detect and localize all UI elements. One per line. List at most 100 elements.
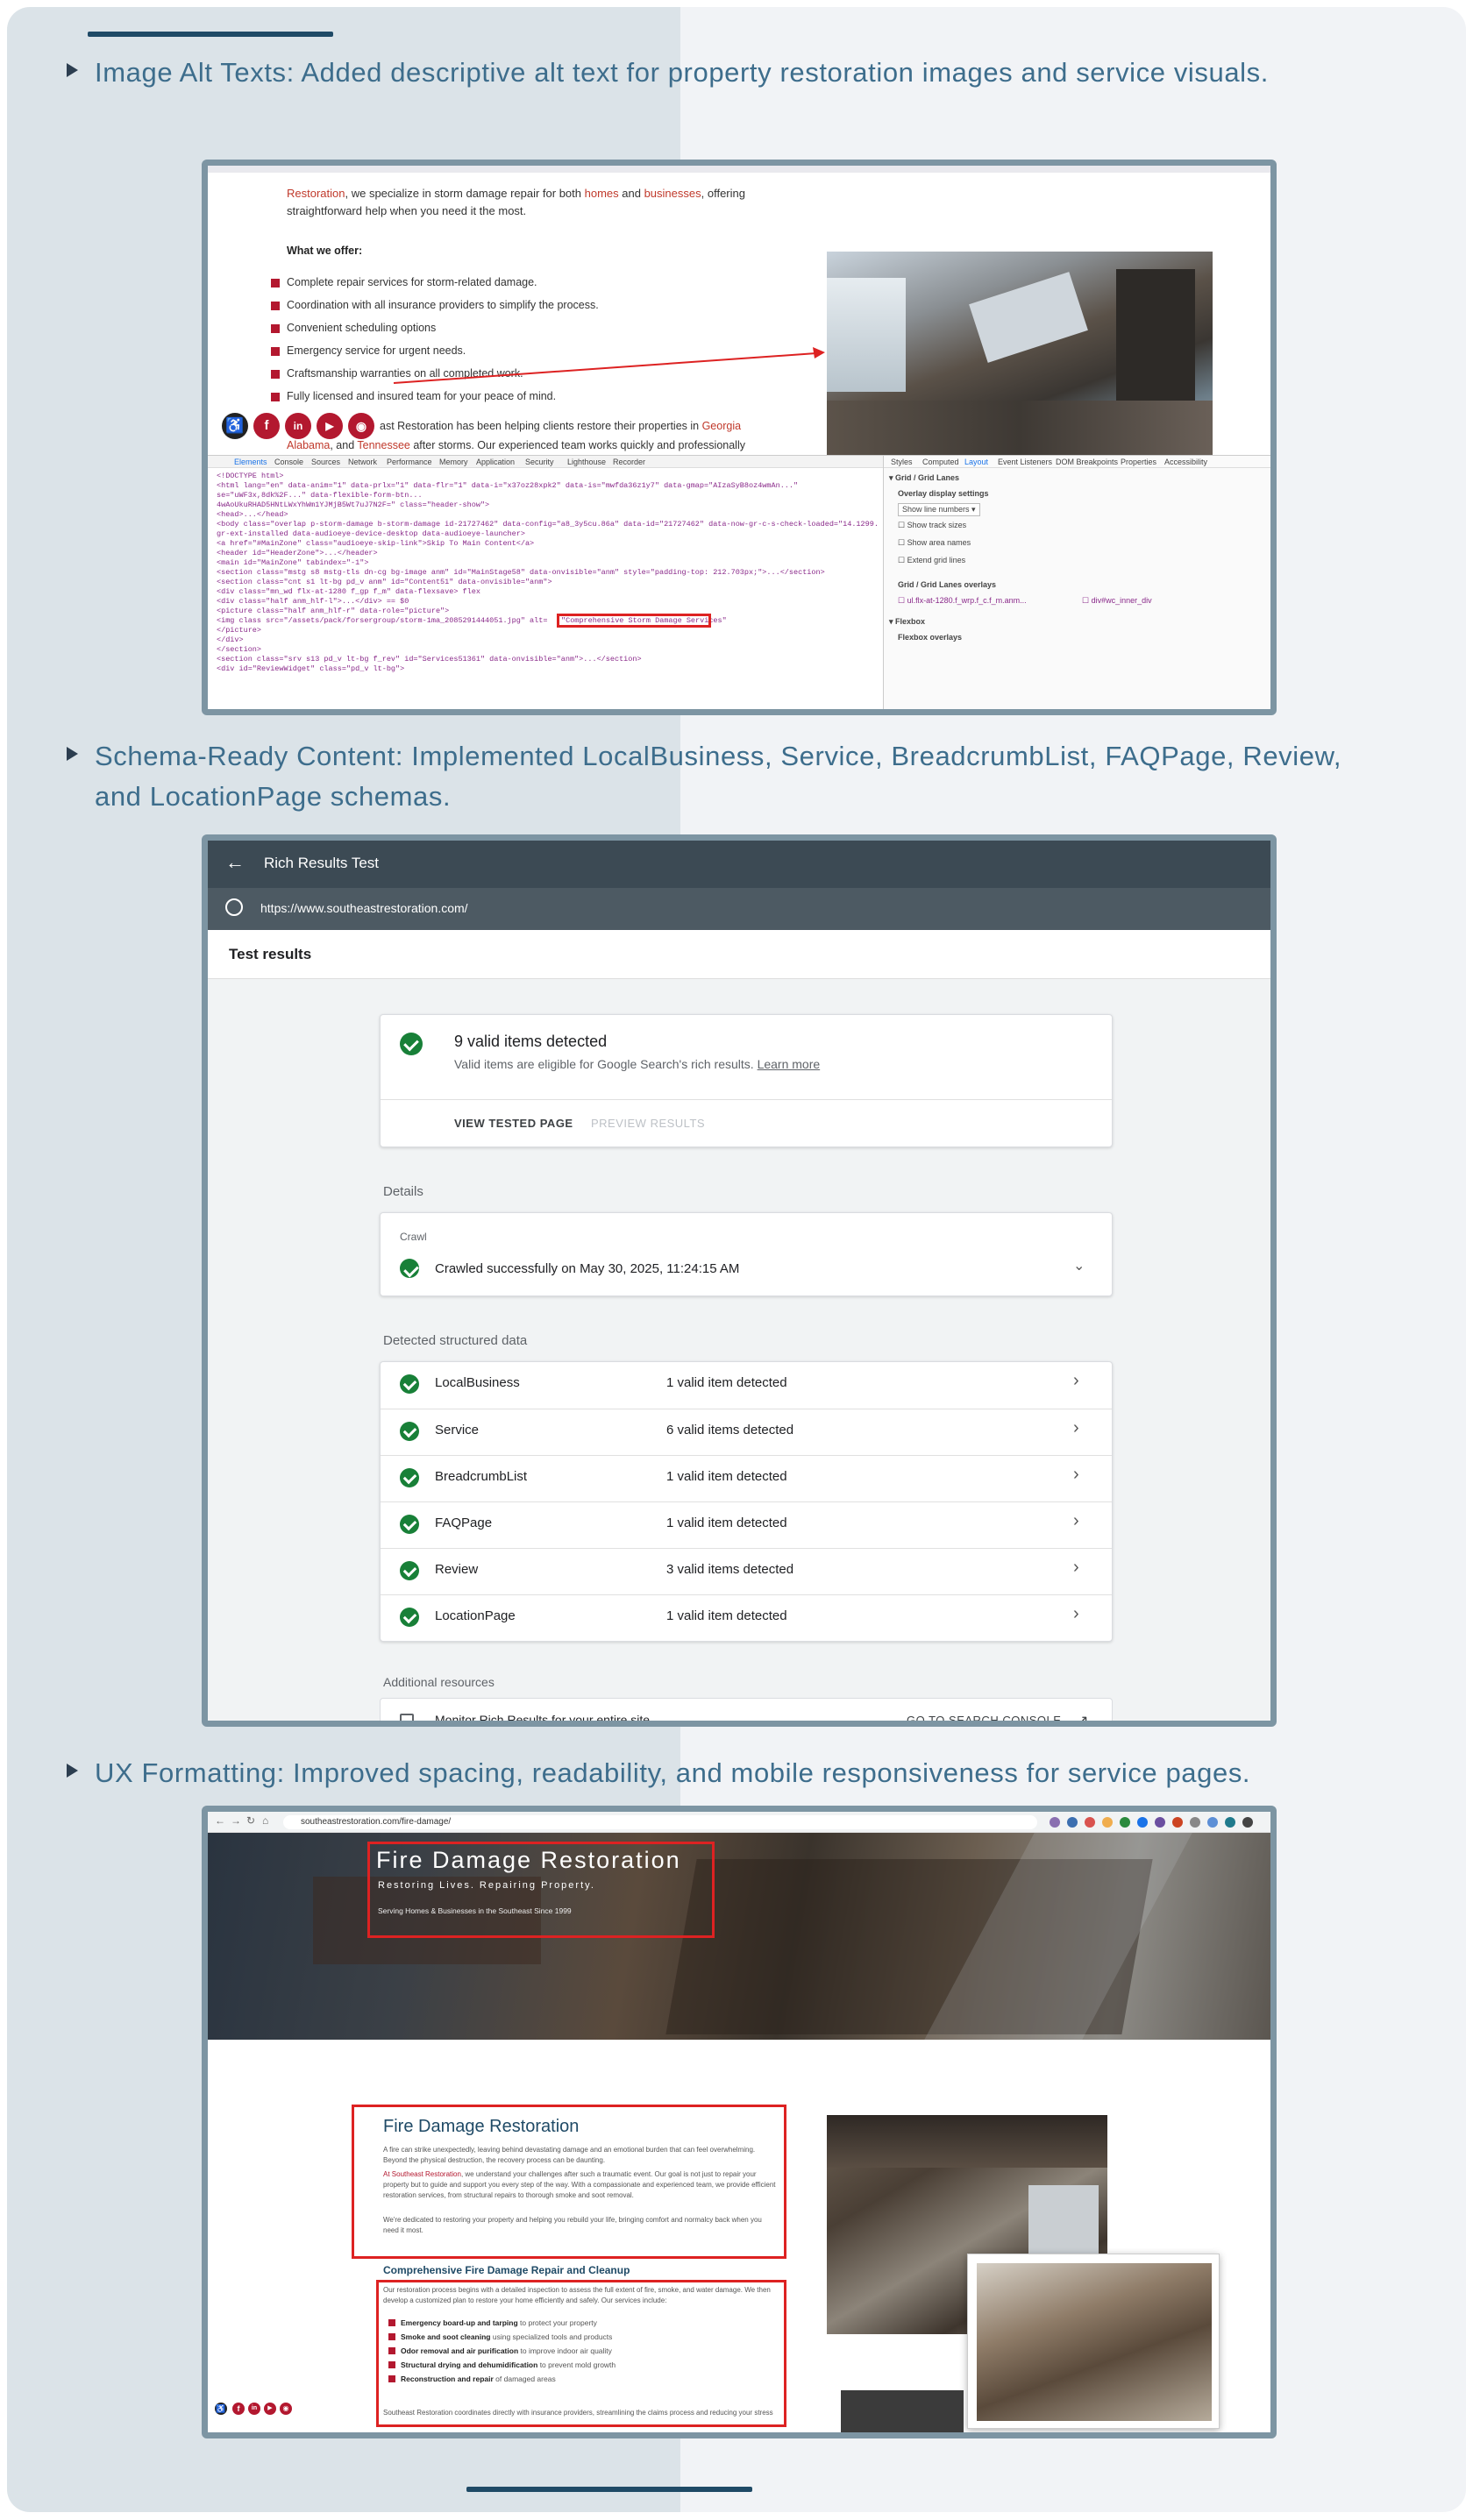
extension-icon[interactable] [1067, 1817, 1078, 1828]
profile-avatar[interactable] [1242, 1817, 1253, 1828]
code-line[interactable]: </section> [217, 645, 261, 654]
georgia-link[interactable]: Georgia [702, 420, 741, 432]
chevron-right-icon: › [1073, 1511, 1079, 1530]
tab-styles[interactable]: Styles [891, 458, 913, 466]
linkedin-icon[interactable]: in [248, 2403, 260, 2415]
extension-icon[interactable] [1190, 1817, 1200, 1828]
tab-event-listeners[interactable]: Event Listeners [998, 458, 1052, 466]
code-line[interactable]: <section class="mstg s8 mstg-tls dn-cg b… [217, 568, 879, 577]
view-tested-page-button[interactable]: VIEW TESTED PAGE [454, 1117, 573, 1130]
tab-network[interactable]: Network [348, 458, 377, 466]
code-line[interactable]: <header id="HeaderZone">...</header> [217, 549, 378, 557]
tab-sources[interactable]: Sources [311, 458, 340, 466]
code-line: <!DOCTYPE html> [217, 472, 284, 480]
chevron-down-icon[interactable]: ⌄ [1073, 1257, 1085, 1274]
overlay-option-label: Show track sizes [907, 521, 967, 529]
code-line[interactable]: <div class="half anm_hlf-l">...</div> ==… [217, 597, 409, 606]
list-item[interactable]: BreadcrumbList 1 valid item detected › [381, 1455, 1112, 1501]
accessibility-icon[interactable]: ♿ [215, 2403, 227, 2415]
accessibility-icon[interactable]: ♿ [222, 413, 248, 439]
learn-more-link[interactable]: Learn more [758, 1057, 821, 1071]
preview-results-button[interactable]: PREVIEW RESULTS [591, 1117, 705, 1130]
overlay-item[interactable]: ☐ ul.flx-at-1280.f_wrp.f_c.f_m.anm... [898, 596, 1027, 606]
extension-icon[interactable] [1102, 1817, 1113, 1828]
nav-back-icon[interactable]: ← [215, 1814, 225, 1827]
flexbox-heading[interactable]: ▾ Flexbox [889, 617, 925, 627]
tab-computed[interactable]: Computed [922, 458, 959, 466]
paragraph: Our restoration process begins with a de… [383, 2286, 771, 2304]
extension-icon[interactable] [1225, 1817, 1235, 1828]
screenshot-alt-texts: Restoration, we specialize in storm dama… [202, 160, 1277, 715]
homes-link[interactable]: homes [585, 187, 619, 200]
tab-recorder[interactable]: Recorder [613, 458, 645, 466]
overlay-option[interactable]: ☐ Extend grid lines [898, 556, 965, 565]
overlay-option-label: Show area names [907, 538, 971, 547]
code-line[interactable]: <div class="mn_wd flx-at-1280 f_gp f_m" … [217, 587, 480, 596]
extension-icon[interactable] [1155, 1817, 1165, 1828]
home-icon[interactable]: ⌂ [262, 1814, 268, 1827]
crawl-card[interactable]: Crawl Crawled successfully on May 30, 20… [380, 1212, 1113, 1296]
code-line[interactable]: </picture> [217, 626, 261, 635]
external-link-icon[interactable]: ↗ [1077, 1712, 1088, 1721]
extension-icon[interactable] [1137, 1817, 1148, 1828]
code-line[interactable]: <picture class="half anm_hlf-r" data-rol… [217, 607, 449, 615]
tennessee-link[interactable]: Tennessee [357, 439, 409, 451]
grid-heading[interactable]: ▾ Grid / Grid Lanes [889, 473, 959, 483]
code-line[interactable]: <section class="srv s13 pd_v lt-bg f_rev… [217, 655, 879, 664]
list-item[interactable]: Review 3 valid items detected › [381, 1548, 1112, 1594]
tab-accessibility[interactable]: Accessibility [1164, 458, 1207, 466]
overlay-select[interactable]: Show line numbers ▾ [898, 503, 980, 516]
overlay-option[interactable]: ☐ Show track sizes [898, 521, 966, 530]
facebook-icon[interactable]: f [232, 2403, 245, 2415]
youtube-icon[interactable]: ▶ [264, 2403, 276, 2415]
tab-dom-breakpoints[interactable]: DOM Breakpoints [1056, 458, 1118, 466]
tab-properties[interactable]: Properties [1121, 458, 1156, 466]
extension-icon[interactable] [1120, 1817, 1130, 1828]
list-item[interactable]: Service 6 valid items detected › [381, 1409, 1112, 1454]
instagram-icon[interactable]: ◉ [280, 2403, 292, 2415]
code-line[interactable]: <a href="#MainZone" class="audioeye-skip… [217, 539, 534, 548]
restoration-link[interactable]: Restoration [287, 187, 345, 200]
back-arrow-icon[interactable]: ← [225, 851, 245, 874]
tab-elements[interactable]: Elements [234, 458, 267, 466]
linkedin-icon[interactable]: in [285, 413, 311, 439]
tab-console[interactable]: Console [274, 458, 303, 466]
facebook-icon[interactable]: f [253, 413, 280, 439]
reload-icon[interactable]: ↻ [246, 1814, 255, 1827]
tested-url[interactable]: https://www.southeastrestoration.com/ [260, 901, 468, 915]
code-line[interactable]: <section class="cnt s1 lt-bg pd_v anm" i… [217, 578, 552, 586]
businesses-link[interactable]: businesses [644, 187, 701, 200]
tab-layout[interactable]: Layout [964, 458, 988, 466]
code-line[interactable]: <body class="overlap p-storm-damage b-st… [217, 520, 879, 529]
search-console-button[interactable]: GO TO SEARCH CONSOLE [907, 1714, 1061, 1721]
tab-application[interactable]: Application [476, 458, 515, 466]
check-icon [400, 1422, 419, 1441]
extension-icon[interactable] [1207, 1817, 1218, 1828]
tab-performance[interactable]: Performance [387, 458, 432, 466]
chevron-right-icon: › [1073, 1418, 1079, 1437]
tab-lighthouse[interactable]: Lighthouse [567, 458, 606, 466]
tab-memory[interactable]: Memory [439, 458, 468, 466]
list-item[interactable]: FAQPage 1 valid item detected › [381, 1501, 1112, 1547]
brand-link[interactable]: At Southeast Restoration [383, 2170, 461, 2178]
alabama-link[interactable]: Alabama [287, 439, 330, 451]
list-item[interactable]: LocalBusiness 1 valid item detected › [381, 1362, 1112, 1408]
code-line[interactable]: <div id="ReviewWidget" class="pd_v lt-bg… [217, 664, 404, 673]
code-line[interactable]: </div> [217, 635, 244, 644]
code-line[interactable]: <img class src="/assets/pack/forsergroup… [217, 616, 547, 625]
code-line[interactable]: <head>...</head> [217, 510, 288, 519]
list-item[interactable]: LocationPage 1 valid item detected › [381, 1594, 1112, 1640]
overlay-item[interactable]: ☐ div#wc_inner_div [1082, 596, 1152, 606]
tab-security[interactable]: Security [525, 458, 554, 466]
extension-icon[interactable] [1050, 1817, 1060, 1828]
nav-forward-icon[interactable]: → [231, 1814, 241, 1827]
overlay-option[interactable]: ☐ Show area names [898, 538, 971, 548]
youtube-icon[interactable]: ▶ [317, 413, 343, 439]
instagram-icon[interactable]: ◉ [348, 413, 374, 439]
extension-icon[interactable] [1172, 1817, 1183, 1828]
address-bar[interactable]: southeastrestoration.com/fire-damage/ [283, 1815, 1037, 1829]
code-line[interactable]: <main id="MainZone" tabindex="-1"> [217, 558, 368, 567]
results-header: Test results [208, 930, 1270, 979]
check-icon [400, 1033, 423, 1055]
extension-icon[interactable] [1085, 1817, 1095, 1828]
